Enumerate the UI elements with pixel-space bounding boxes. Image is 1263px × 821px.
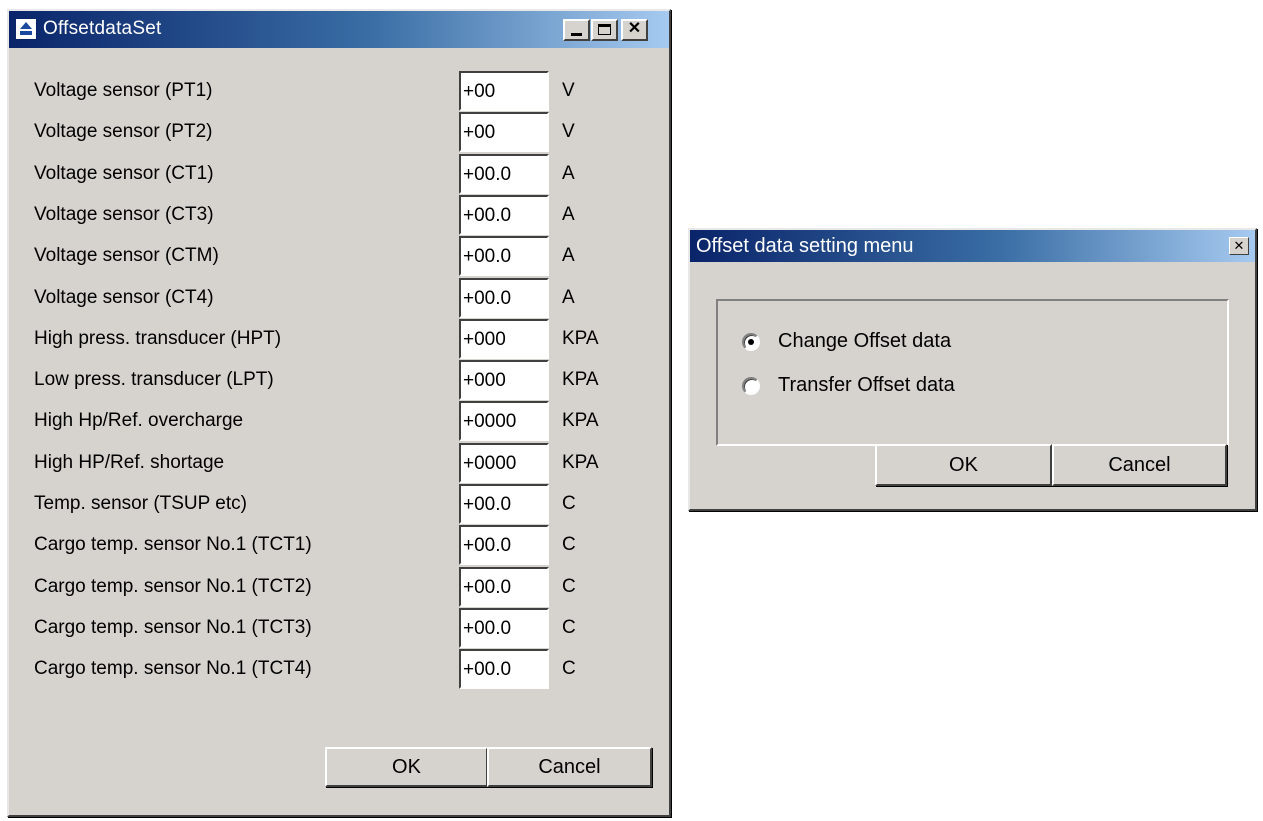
close-button[interactable]: ✕ [621, 19, 648, 41]
sensor-label: Cargo temp. sensor No.1 (TCT1) [34, 534, 312, 556]
offset-data-set-window: OffsetdataSet ✕ Voltage sensor (PT1) +00 V… [7, 9, 671, 817]
offset-value-input[interactable]: +00.0 [459, 649, 549, 690]
sensor-label: Cargo temp. sensor No.1 (TCT2) [34, 575, 312, 597]
unit-label: KPA [562, 451, 599, 473]
offset-value-input[interactable]: +00 [459, 71, 549, 111]
app-eject-icon[interactable] [15, 18, 37, 40]
offset-value-input[interactable]: +00.0 [459, 525, 549, 566]
offset-value-input[interactable]: +0000 [459, 401, 549, 442]
sensor-label: Voltage sensor (PT1) [34, 80, 213, 101]
maximize-button[interactable] [591, 19, 618, 41]
unit-label: A [562, 245, 575, 267]
sensor-label: Temp. sensor (TSUP etc) [34, 493, 247, 514]
unit-label: C [562, 616, 576, 638]
dialog-title-bar[interactable]: Offset data setting menu ✕ [690, 230, 1255, 262]
unit-label: V [562, 80, 575, 101]
offset-value-input[interactable]: +00 [459, 112, 549, 153]
offset-value-input[interactable]: +00.0 [459, 194, 549, 235]
cancel-button[interactable]: Cancel [487, 747, 652, 787]
sensor-label: Voltage sensor (CTM) [34, 245, 219, 267]
sensor-label: High HP/Ref. shortage [34, 451, 225, 473]
unit-label: A [562, 162, 575, 184]
unit-label: KPA [562, 327, 599, 349]
offset-value-input[interactable]: +00.0 [459, 236, 549, 277]
title-bar[interactable]: OffsetdataSet ✕ [9, 11, 669, 48]
sensor-label: High Hp/Ref. overcharge [34, 410, 244, 432]
offset-value-input[interactable]: +000 [459, 360, 549, 401]
sensor-label: High press. transducer (HPT) [34, 327, 282, 349]
offset-value-input[interactable]: +0000 [459, 442, 549, 483]
minimize-button[interactable] [563, 19, 590, 41]
ok-button[interactable]: OK [325, 747, 488, 787]
dialog-ok-button[interactable]: OK [875, 444, 1052, 486]
sensor-label: Voltage sensor (CT3) [34, 203, 214, 225]
radio-button-icon[interactable] [742, 377, 760, 395]
unit-label: C [562, 493, 576, 514]
unit-label: A [562, 286, 575, 308]
offset-value-input[interactable]: +00.0 [459, 566, 549, 607]
unit-label: KPA [562, 410, 599, 432]
sensor-label: Voltage sensor (PT2) [34, 121, 213, 143]
unit-label: C [562, 658, 576, 680]
offset-value-input[interactable]: +00.0 [459, 484, 549, 524]
dialog-close-button[interactable]: ✕ [1229, 237, 1249, 255]
radio-button-icon[interactable] [742, 333, 760, 351]
offset-value-input[interactable]: +000 [459, 318, 549, 359]
sensor-label: Cargo temp. sensor No.1 (TCT4) [34, 658, 312, 680]
offset-value-input[interactable]: +00.0 [459, 277, 549, 318]
sensor-label: Voltage sensor (CT1) [34, 162, 214, 184]
dialog-title: Offset data setting menu [696, 235, 914, 257]
unit-label: KPA [562, 369, 599, 391]
sensor-label: Cargo temp. sensor No.1 (TCT3) [34, 616, 312, 638]
dialog-cancel-button[interactable]: Cancel [1052, 444, 1227, 486]
unit-label: C [562, 534, 576, 556]
option-label: Change Offset data [778, 330, 952, 352]
unit-label: A [562, 203, 575, 225]
options-group: Change Offset data Transfer Offset data [716, 299, 1229, 446]
unit-label: V [562, 121, 575, 143]
window-title: OffsetdataSet [43, 18, 162, 39]
sensor-label: Voltage sensor (CT4) [34, 286, 214, 308]
offset-value-input[interactable]: +00.0 [459, 607, 549, 648]
offset-menu-dialog: Offset data setting menu ✕ Change Offset… [688, 228, 1257, 511]
unit-label: C [562, 575, 576, 597]
option-label: Transfer Offset data [778, 374, 955, 396]
offset-value-input[interactable]: +00.0 [459, 153, 549, 194]
sensor-label: Low press. transducer (LPT) [34, 369, 274, 391]
